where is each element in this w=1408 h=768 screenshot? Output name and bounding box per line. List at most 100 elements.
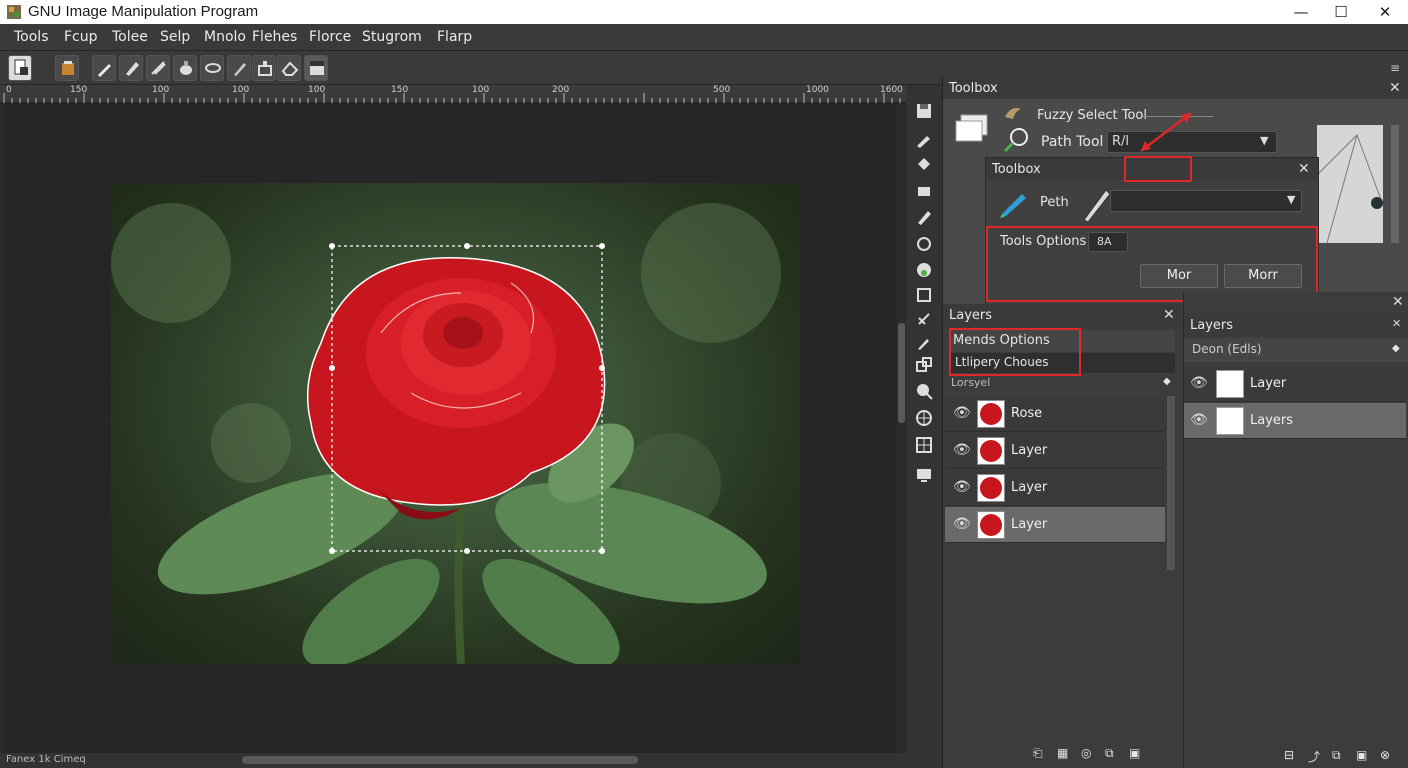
mor-button[interactable]: Mor [1140, 264, 1218, 288]
layer-label: Layer [1011, 517, 1048, 532]
menu-tools[interactable]: Tools [14, 29, 49, 45]
menu-flarp[interactable]: Flarp [437, 29, 472, 45]
ruler-ticks [3, 93, 901, 103]
eye-icon[interactable]: 👁 [1190, 375, 1208, 391]
close-icon[interactable]: ✕ [1163, 307, 1175, 323]
menu-flehes[interactable]: Flehes [252, 29, 297, 45]
clone-tool[interactable] [914, 309, 936, 329]
layer-thumbnail [1216, 407, 1244, 435]
brush-tool[interactable] [914, 129, 936, 149]
rose-image[interactable] [111, 183, 800, 664]
menu-florce[interactable]: Florce [309, 29, 351, 45]
duplicate-icon[interactable]: ⧉ [1105, 746, 1114, 761]
transform-tool[interactable] [914, 355, 936, 375]
layer-row-selected[interactable]: 👁 Layers [1184, 403, 1406, 439]
paintbrush-button[interactable] [92, 55, 116, 81]
screen-tool[interactable] [914, 465, 936, 485]
layer-row[interactable]: 👁 Layer [945, 470, 1165, 506]
close-window-button[interactable]: ✕ [1362, 0, 1408, 24]
compass-tool[interactable] [914, 408, 936, 428]
color-tool[interactable] [914, 260, 936, 280]
brush-preset-button[interactable] [55, 55, 79, 81]
eye-icon[interactable]: 👁 [953, 479, 971, 495]
layer-row[interactable]: 👁 Rose [945, 396, 1165, 432]
eye-icon[interactable]: 👁 [953, 405, 971, 421]
mask-icon[interactable]: ▣ [1356, 748, 1367, 762]
menu-stugrom[interactable]: Stugrom [362, 29, 422, 45]
panel-menu-icon[interactable]: ≡ [1390, 61, 1400, 75]
fuzzy-select-tool-label[interactable]: Fuzzy Select Tool [1037, 108, 1147, 123]
bucket-tool[interactable] [914, 155, 936, 175]
pencil-tool[interactable] [914, 207, 936, 227]
new-image-button[interactable] [8, 55, 32, 81]
clone-button[interactable] [252, 55, 276, 81]
smudge-button[interactable] [200, 55, 224, 81]
close-icon[interactable]: ✕ [1298, 161, 1310, 177]
morr-button[interactable]: Morr [1224, 264, 1302, 288]
eraser-tool[interactable] [914, 181, 936, 201]
path-tool-label[interactable]: Path Tool [1041, 134, 1103, 150]
preview-lines [1316, 134, 1384, 244]
eyedropper-button[interactable] [227, 55, 251, 81]
scroll-thumb[interactable] [898, 323, 905, 423]
maximize-button[interactable]: ☐ [1318, 0, 1364, 24]
floppy-icon [917, 104, 931, 118]
expand-icon[interactable]: ◆ [1392, 343, 1400, 354]
vertical-scrollbar[interactable] [897, 103, 906, 753]
grid-icon[interactable]: ▦ [1057, 746, 1068, 760]
toolbox-scrollbar[interactable] [1391, 125, 1399, 243]
path-tool-dropdown-value: R/l [1112, 134, 1130, 149]
eye-icon[interactable]: 👁 [1190, 412, 1208, 428]
layer-row-selected[interactable]: 👁 Layer [945, 507, 1165, 543]
close-icon[interactable]: ✕ [1392, 294, 1404, 310]
new-layer-icon[interactable]: ⊟ [1284, 748, 1294, 762]
layer-row[interactable]: 👁 Layer [945, 433, 1165, 469]
stamp-icon [918, 313, 930, 325]
dropper-tool[interactable] [914, 332, 936, 352]
layer-row[interactable]: 👁 Layer [1184, 366, 1406, 402]
heal-button[interactable] [304, 55, 328, 81]
duplicate-icon[interactable]: ⧉ [1332, 748, 1341, 763]
delete-icon[interactable]: ⊗ [1380, 748, 1390, 762]
lasso-icon [917, 237, 931, 251]
layers-panel-title: Layers [949, 308, 993, 323]
pencil-button[interactable] [119, 55, 143, 81]
menu-fcup[interactable]: Fcup [64, 29, 98, 45]
menu-selp[interactable]: Selp [160, 29, 190, 45]
airbrush-button[interactable] [146, 55, 170, 81]
mask-icon[interactable]: ▣ [1129, 746, 1140, 760]
layers-panel-body: Mends Options Ltlipery Choues Lorsyel ◆ … [943, 326, 1181, 768]
eye-icon[interactable]: 👁 [953, 516, 971, 532]
menu-tolee[interactable]: Tolee [112, 29, 148, 45]
eye-icon[interactable]: 👁 [953, 442, 971, 458]
path-dropdown[interactable]: ▼ [1110, 190, 1302, 212]
pencil-icon [126, 62, 139, 76]
ruler-label: 1000 [806, 85, 829, 95]
mode-row[interactable]: Deon (Edls) ◆ [1184, 338, 1408, 362]
toolbox-column [906, 85, 942, 768]
bucket-icon [918, 158, 930, 170]
save-tool[interactable] [914, 101, 936, 121]
lasso-tool[interactable] [914, 235, 936, 255]
layer-label: Layer [1011, 480, 1048, 495]
target-icon[interactable]: ◎ [1081, 746, 1091, 760]
close-icon[interactable]: ✕ [1389, 80, 1401, 96]
expand-icon[interactable]: ◆ [1163, 376, 1171, 387]
ruler-label: 200 [552, 85, 570, 95]
new-layer-icon[interactable]: ⎗ [1033, 746, 1043, 761]
close-icon[interactable]: ✕ [1392, 317, 1401, 330]
zoom-tool[interactable] [914, 381, 936, 401]
layer-thumbnail [977, 511, 1005, 539]
red-arrow-annotation [1140, 112, 1192, 152]
horizontal-scrollbar[interactable] [242, 756, 638, 764]
layer-list-scrollbar[interactable] [1167, 396, 1175, 570]
tools-options-field[interactable]: 8A [1088, 232, 1128, 252]
menu-mnolo[interactable]: Mnolo [204, 29, 246, 45]
align-tool[interactable] [914, 435, 936, 455]
layers-right-header: Layers ✕ [1184, 314, 1408, 336]
eraser-button[interactable] [277, 55, 301, 81]
raise-icon[interactable]: ⤴ [1308, 748, 1320, 765]
text-tool[interactable] [914, 285, 936, 305]
eraser-icon [918, 187, 930, 196]
ink-button[interactable] [173, 55, 197, 81]
